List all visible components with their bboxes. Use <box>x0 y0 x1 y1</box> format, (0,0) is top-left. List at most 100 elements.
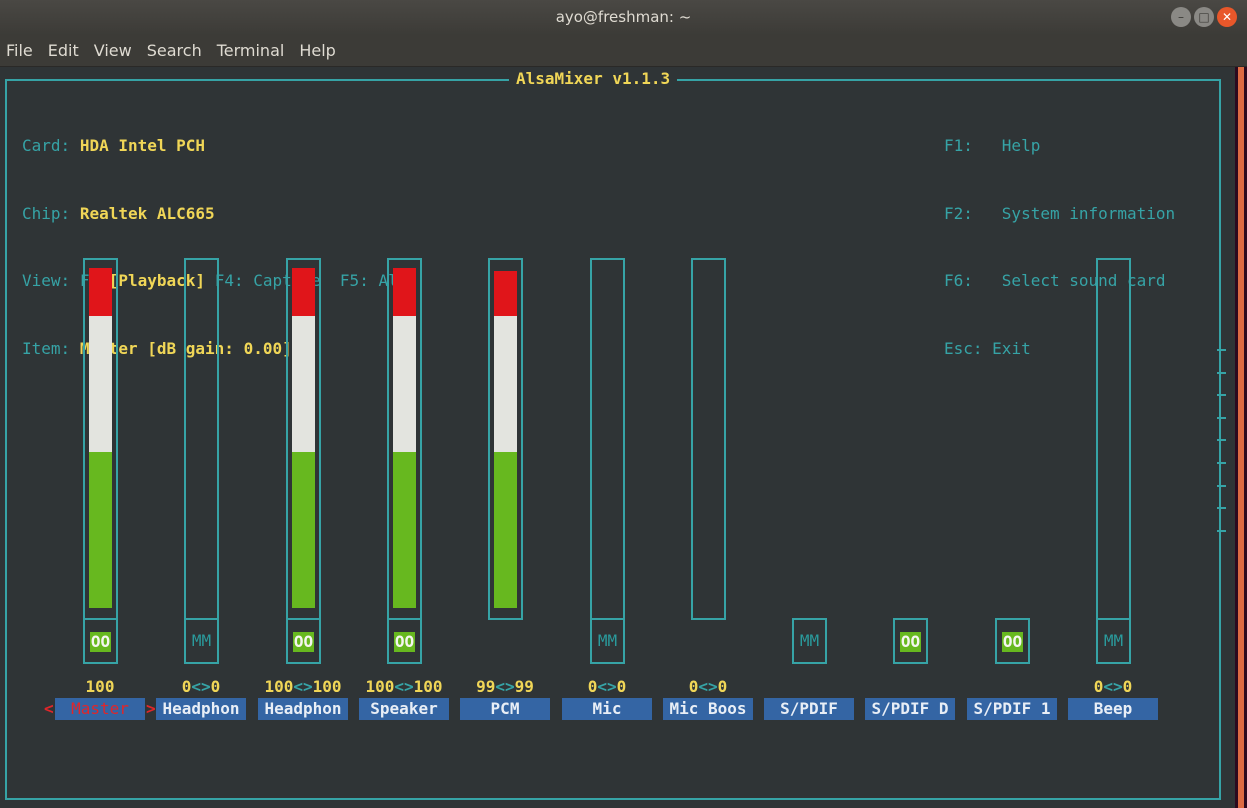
volume-bar[interactable] <box>1096 258 1131 620</box>
close-button[interactable]: ✕ <box>1217 7 1237 27</box>
switch-on: OO <box>393 631 416 652</box>
value-left: 100 <box>264 677 294 696</box>
maximize-button[interactable]: □ <box>1194 7 1214 27</box>
mute-switch[interactable]: OO <box>83 618 118 664</box>
scrollbar-thumb[interactable] <box>1238 67 1244 808</box>
channel-value: 0<>0 <box>155 677 247 697</box>
value-left: 0 <box>688 677 699 696</box>
help-f1[interactable]: F1: Help <box>944 135 1175 158</box>
scroll-tick <box>1217 439 1226 442</box>
scroll-tick <box>1217 484 1226 487</box>
stereo-separator: <> <box>191 677 211 696</box>
mixer-title: AlsaMixer v1.1.3 <box>509 69 678 89</box>
stereo-separator: <> <box>293 677 313 696</box>
level-red <box>89 268 112 316</box>
channel-name[interactable]: Headphon <box>156 698 246 720</box>
value-left: 0 <box>181 677 192 696</box>
mute-switch[interactable]: MM <box>792 618 827 664</box>
select-card-label: Select sound card <box>1001 271 1166 290</box>
volume-bar[interactable] <box>184 258 219 620</box>
channel-name[interactable]: Mic <box>562 698 652 720</box>
level-white <box>89 315 112 452</box>
volume-bar[interactable] <box>590 258 625 620</box>
scroll-tick <box>1217 529 1226 532</box>
item-label: Item: <box>22 338 71 358</box>
channel-name[interactable]: Mic Boos <box>663 698 753 720</box>
mute-switch[interactable]: MM <box>590 618 625 664</box>
value-left: 100 <box>365 677 395 696</box>
mute-switch[interactable]: MM <box>184 618 219 664</box>
mute-switch[interactable]: MM <box>1096 618 1131 664</box>
card-label: Card: <box>22 136 71 155</box>
level-white <box>292 315 315 452</box>
switch-on: OO <box>89 631 112 652</box>
level-green <box>89 451 112 608</box>
key-esc: Esc: <box>944 338 983 358</box>
value-right: 0 <box>616 677 627 696</box>
level-green <box>393 451 416 608</box>
value-right: 100 <box>413 677 443 696</box>
channel-name[interactable]: Master <box>55 698 145 720</box>
stereo-separator: <> <box>698 677 718 696</box>
scroll-tick <box>1217 371 1226 374</box>
window-titlebar: ayo@freshman: ~ – □ ✕ <box>0 0 1247 35</box>
level-red <box>292 268 315 316</box>
help-esc[interactable]: Esc: Exit <box>944 338 1175 361</box>
mute-switch[interactable]: OO <box>387 618 422 664</box>
mute-switch[interactable]: OO <box>286 618 321 664</box>
value-right: 0 <box>210 677 221 696</box>
stereo-separator: <> <box>1103 677 1123 696</box>
channel-name[interactable]: PCM <box>460 698 550 720</box>
chip-label: Chip: <box>22 203 71 223</box>
mute-switch[interactable]: OO <box>893 618 928 664</box>
channel-value: 0<>0 <box>561 677 653 697</box>
selection-right-arrow: > <box>146 699 156 718</box>
value-right: 100 <box>312 677 342 696</box>
menu-help[interactable]: Help <box>299 35 335 66</box>
stereo-separator: <> <box>495 677 515 696</box>
channel-name[interactable]: Headphon <box>258 698 348 720</box>
sysinfo-label: System information <box>1001 203 1176 223</box>
chip-line: Chip: Realtek ALC665 <box>22 203 407 226</box>
channel-value: 0<>0 <box>1067 677 1159 697</box>
level-green <box>292 451 315 608</box>
menu-edit[interactable]: Edit <box>48 35 79 66</box>
value-left: 99 <box>476 677 496 696</box>
menu-terminal[interactable]: Terminal <box>217 35 285 66</box>
card-value: HDA Intel PCH <box>79 136 206 155</box>
value-right: 99 <box>514 677 534 696</box>
menu-view[interactable]: View <box>94 35 132 66</box>
switch-muted: MM <box>1103 631 1124 650</box>
level-white <box>494 315 517 452</box>
switch-muted: MM <box>191 631 212 650</box>
channel-value: 0<>0 <box>662 677 754 697</box>
channel-name[interactable]: S/PDIF <box>764 698 854 720</box>
view-label: View: <box>22 271 71 290</box>
menu-search[interactable]: Search <box>147 35 202 66</box>
help-f2[interactable]: F2: System information <box>944 203 1175 226</box>
key-f2: F2: <box>944 203 983 223</box>
scroll-tick <box>1217 507 1226 510</box>
selection-left-arrow: < <box>44 699 54 718</box>
scroll-tick <box>1217 394 1226 397</box>
value-right: 0 <box>717 677 728 696</box>
scroll-tick <box>1217 462 1226 464</box>
key-f6: F6: <box>944 271 983 290</box>
help-label: Help <box>1001 136 1041 155</box>
exit-label: Exit <box>992 338 1031 358</box>
mute-switch[interactable]: OO <box>995 618 1030 664</box>
volume-bar[interactable] <box>691 258 726 620</box>
stereo-separator: <> <box>597 677 617 696</box>
card-line: Card: HDA Intel PCH <box>22 135 407 158</box>
minimize-button[interactable]: – <box>1171 7 1191 27</box>
help-f6[interactable]: F6: Select sound card <box>944 270 1175 293</box>
channel-name[interactable]: Speaker <box>359 698 449 720</box>
level-red <box>393 268 416 316</box>
menu-file[interactable]: File <box>6 35 33 66</box>
channel-name[interactable]: Beep <box>1068 698 1158 720</box>
channel-name[interactable]: S/PDIF 1 <box>967 698 1057 720</box>
menubar: File Edit View Search Terminal Help <box>0 35 1247 67</box>
channel-name[interactable]: S/PDIF D <box>865 698 955 720</box>
chip-value: Realtek ALC665 <box>79 203 215 223</box>
channel-value: 100<>100 <box>358 677 450 697</box>
